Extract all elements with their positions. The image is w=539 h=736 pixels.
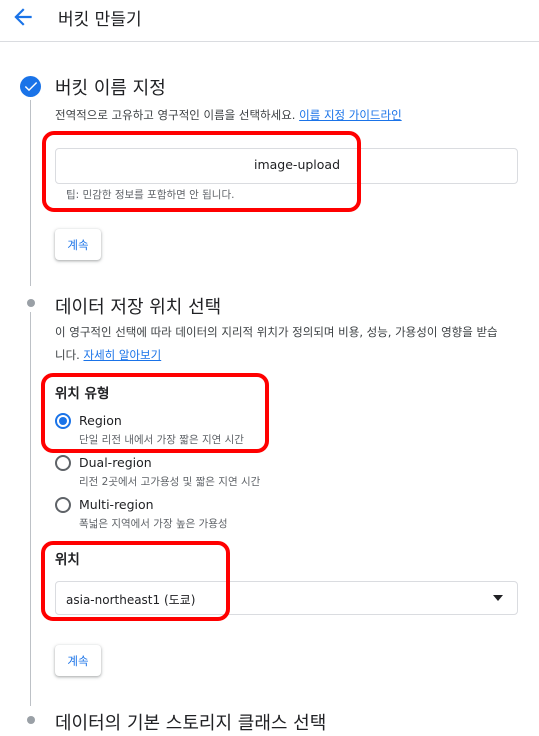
bucket-name-hint: 팁: 민감한 정보를 포함하면 안 됩니다. <box>66 189 235 201</box>
location-label: 위치 <box>55 552 80 568</box>
stepper-rail <box>30 312 31 706</box>
location-select[interactable]: asia-northeast1 (도쿄) <box>55 581 518 615</box>
step-1-title: 버킷 이름 지정 <box>55 78 166 99</box>
back-button[interactable] <box>10 4 36 30</box>
multi-region-label[interactable]: Multi-region <box>79 497 154 512</box>
learn-more-link[interactable]: 자세히 알아보기 <box>83 348 161 362</box>
continue-button[interactable]: 계속 <box>55 229 101 260</box>
location-type-label: 위치 유형 <box>55 386 110 402</box>
dual-region-radio[interactable] <box>55 455 71 471</box>
step-3-indicator <box>27 716 35 724</box>
location-description-cont: 니다. <box>55 348 80 362</box>
step-3-title: 데이터의 기본 스토리지 클래스 선택 <box>55 713 327 734</box>
stepper-rail <box>30 100 31 286</box>
page-title: 버킷 만들기 <box>58 10 142 30</box>
region-label[interactable]: Region <box>79 413 122 428</box>
region-radio[interactable] <box>55 413 71 429</box>
multi-region-description: 폭넓은 지역에서 가장 높은 가용성 <box>79 518 228 530</box>
step-1-description: 전역적으로 고유하고 영구적인 이름을 선택하세요. 이름 지정 가이드라인 <box>55 104 402 127</box>
step-2-description: 이 영구적인 선택에 따라 데이터의 지리적 위치가 정의되며 비용, 성능, … <box>55 321 533 367</box>
step-2-title: 데이터 저장 위치 선택 <box>55 297 222 318</box>
location-description: 이 영구적인 선택에 따라 데이터의 지리적 위치가 정의되며 비용, 성능, … <box>55 325 498 339</box>
naming-description: 전역적으로 고유하고 영구적인 이름을 선택하세요. <box>55 108 296 122</box>
location-select-value: asia-northeast1 (도쿄) <box>66 593 196 607</box>
region-description: 단일 리전 내에서 가장 짧은 지연 시간 <box>79 434 244 446</box>
bucket-name-value[interactable]: image-upload <box>254 157 340 172</box>
dual-region-label[interactable]: Dual-region <box>79 455 152 470</box>
check-circle-icon <box>20 76 41 97</box>
dropdown-arrow-icon <box>493 595 503 601</box>
naming-guide-link[interactable]: 이름 지정 가이드라인 <box>299 108 402 122</box>
multi-region-radio[interactable] <box>55 497 71 513</box>
top-bar: 버킷 만들기 <box>0 0 539 42</box>
continue-button[interactable]: 계속 <box>55 645 101 676</box>
arrow-back-icon <box>14 8 32 26</box>
dual-region-description: 리전 2곳에서 고가용성 및 짧은 지연 시간 <box>79 476 261 488</box>
step-2-indicator <box>27 299 35 307</box>
